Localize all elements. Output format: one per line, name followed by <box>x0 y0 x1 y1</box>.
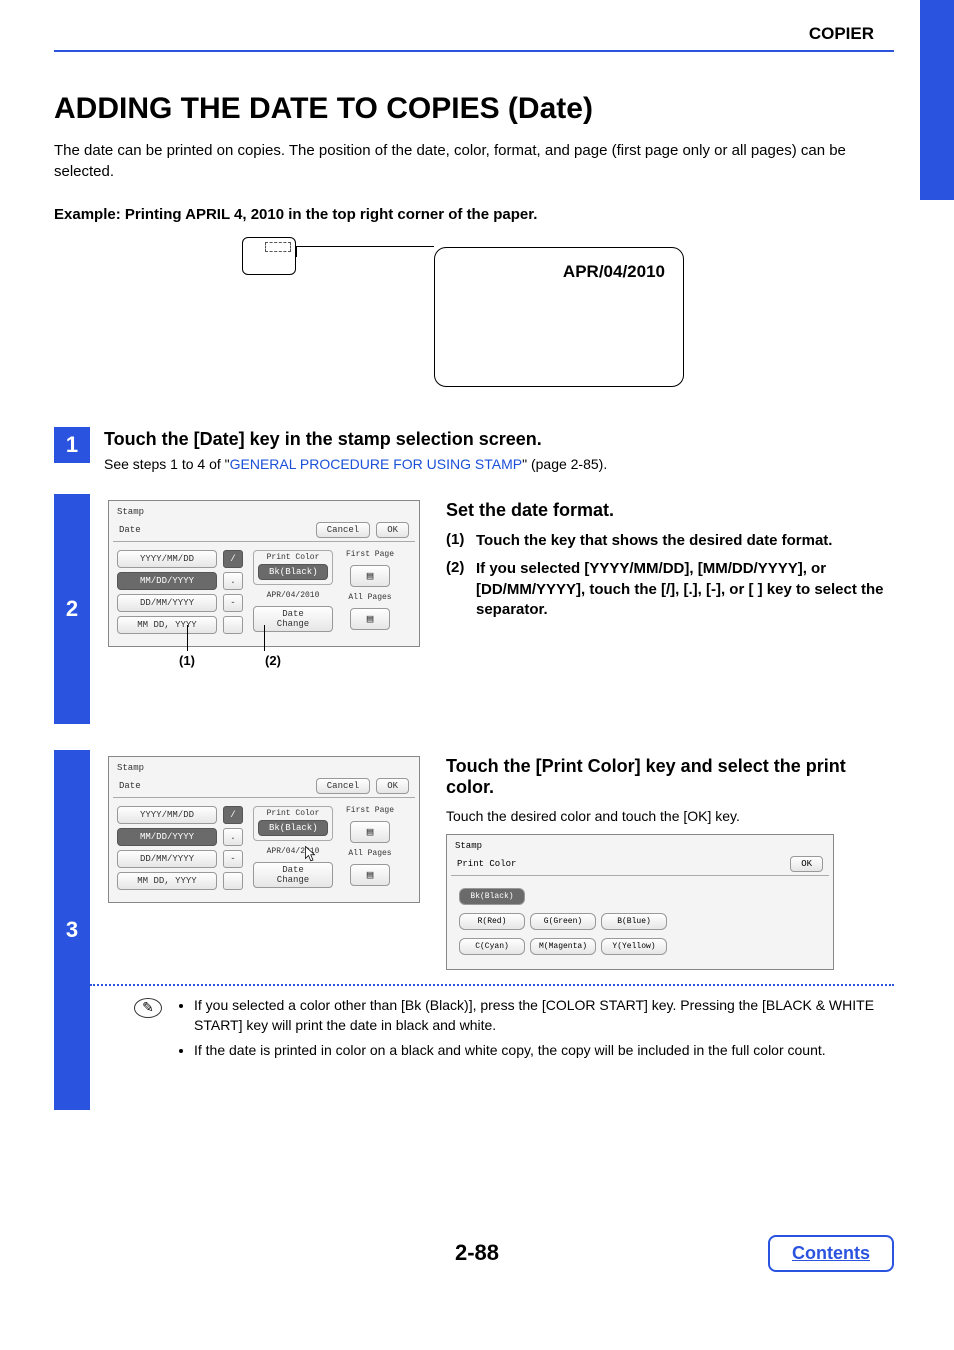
callout-2: (2) <box>228 653 318 668</box>
panel-stamp-label-3: Stamp <box>113 761 415 775</box>
format-dd-mm-yyyy-3[interactable]: DD/MM/YYYY <box>117 850 217 868</box>
format-mm-dd-yyyy-3[interactable]: MM/DD/YYYY <box>117 828 217 846</box>
format-dd-mm-yyyy[interactable]: DD/MM/YYYY <box>117 594 217 612</box>
step-1-number: 1 <box>54 427 90 463</box>
step-1-sub-pre: See steps 1 to 4 of " <box>104 456 230 472</box>
step-1-sub: See steps 1 to 4 of "GENERAL PROCEDURE F… <box>104 456 607 472</box>
step-2-item-2-num: (2) <box>446 559 476 620</box>
breadcrumb: COPIER <box>54 24 874 44</box>
header-rule <box>54 50 894 52</box>
source-box-icon <box>242 237 296 275</box>
color-blue[interactable]: B(Blue) <box>601 913 667 930</box>
ok-button[interactable]: OK <box>376 522 409 538</box>
date-change-button[interactable]: Date Change <box>253 606 333 632</box>
paper-outline-icon: APR/04/2010 <box>434 247 684 387</box>
separator-dot-3[interactable]: . <box>223 828 243 846</box>
paper-date-label: APR/04/2010 <box>563 262 665 282</box>
format-yyyy-mm-dd-3[interactable]: YYYY/MM/DD <box>117 806 217 824</box>
step-1-sub-post: " (page 2-85). <box>522 456 607 472</box>
color-green[interactable]: G(Green) <box>530 913 596 930</box>
step-2-number: 2 <box>54 494 90 724</box>
example-diagram: APR/04/2010 <box>54 237 894 397</box>
print-color-value[interactable]: Bk(Black) <box>258 564 328 580</box>
step-2-item-2: If you selected [YYYY/MM/DD], [MM/DD/YYY… <box>476 559 894 620</box>
ok-button-3[interactable]: OK <box>376 778 409 794</box>
step-2-title: Set the date format. <box>446 500 894 521</box>
print-color-value-3[interactable]: Bk(Black) <box>258 820 328 836</box>
date-stamp-panel-step3: Stamp Date Cancel OK YYYY/MM/DD MM/DD/YY… <box>108 756 420 903</box>
page-number: 2-88 <box>455 1240 499 1266</box>
first-page-label-3: First Page <box>346 806 394 815</box>
separator-dash[interactable]: - <box>223 594 243 612</box>
print-color-label: Print Color <box>254 553 332 562</box>
callout-1: (1) <box>142 653 232 668</box>
contents-button[interactable]: Contents <box>768 1235 894 1272</box>
all-pages-label: All Pages <box>348 593 391 602</box>
date-preview-3: APR/04/2010 <box>267 847 320 856</box>
page-title: ADDING THE DATE TO COPIES (Date) <box>54 92 894 126</box>
panel-date-label-3: Date <box>119 781 141 791</box>
color-panel-title: Print Color <box>457 859 516 869</box>
note-1: If you selected a color other than [Bk (… <box>194 996 894 1035</box>
cancel-button-3[interactable]: Cancel <box>316 778 370 794</box>
color-bk[interactable]: Bk(Black) <box>459 888 525 905</box>
example-line: Example: Printing APRIL 4, 2010 in the t… <box>54 206 894 223</box>
separator-space[interactable] <box>223 616 243 634</box>
all-pages-icon[interactable]: ▤ <box>350 608 390 630</box>
separator-slash[interactable]: / <box>223 550 243 568</box>
step-3-title: Touch the [Print Color] key and select t… <box>446 756 894 798</box>
color-panel-ok[interactable]: OK <box>790 856 823 872</box>
note-2: If the date is printed in color on a bla… <box>194 1041 894 1061</box>
step-2-item-1: Touch the key that shows the desired dat… <box>476 531 832 551</box>
separator-slash-3[interactable]: / <box>223 806 243 824</box>
format-mm-dd-comma-yyyy-3[interactable]: MM DD, YYYY <box>117 872 217 890</box>
date-change-button-3[interactable]: Date Change <box>253 862 333 888</box>
step-1-title: Touch the [Date] key in the stamp select… <box>104 429 607 450</box>
format-yyyy-mm-dd[interactable]: YYYY/MM/DD <box>117 550 217 568</box>
print-color-label-3: Print Color <box>254 809 332 818</box>
step-2-item-1-num: (1) <box>446 531 476 551</box>
first-page-label: First Page <box>346 550 394 559</box>
color-red[interactable]: R(Red) <box>459 913 525 930</box>
date-preview: APR/04/2010 <box>267 591 320 600</box>
intro-text: The date can be printed on copies. The p… <box>54 140 894 182</box>
panel-stamp-label: Stamp <box>113 505 415 519</box>
format-mm-dd-comma-yyyy[interactable]: MM DD, YYYY <box>117 616 217 634</box>
all-pages-label-3: All Pages <box>348 849 391 858</box>
note-icon: ✎ <box>134 998 162 1018</box>
color-magenta[interactable]: M(Magenta) <box>530 938 596 955</box>
section-tab <box>920 0 954 200</box>
first-page-icon-3[interactable]: ▤ <box>350 821 390 843</box>
all-pages-icon-3[interactable]: ▤ <box>350 864 390 886</box>
color-yellow[interactable]: Y(Yellow) <box>601 938 667 955</box>
first-page-icon[interactable]: ▤ <box>350 565 390 587</box>
color-cyan[interactable]: C(Cyan) <box>459 938 525 955</box>
panel-date-label: Date <box>119 525 141 535</box>
dotted-separator <box>90 984 894 986</box>
step-3-number: 3 <box>54 750 90 1110</box>
cancel-button[interactable]: Cancel <box>316 522 370 538</box>
separator-dot[interactable]: . <box>223 572 243 590</box>
print-color-panel: Stamp Print Color OK Bk(Black) R(Red) G(… <box>446 834 834 970</box>
separator-space-3[interactable] <box>223 872 243 890</box>
color-panel-stamp: Stamp <box>451 839 829 853</box>
separator-dash-3[interactable]: - <box>223 850 243 868</box>
stamp-procedure-link[interactable]: GENERAL PROCEDURE FOR USING STAMP <box>230 456 522 472</box>
format-mm-dd-yyyy[interactable]: MM/DD/YYYY <box>117 572 217 590</box>
step-3-sub: Touch the desired color and touch the [O… <box>446 808 894 824</box>
